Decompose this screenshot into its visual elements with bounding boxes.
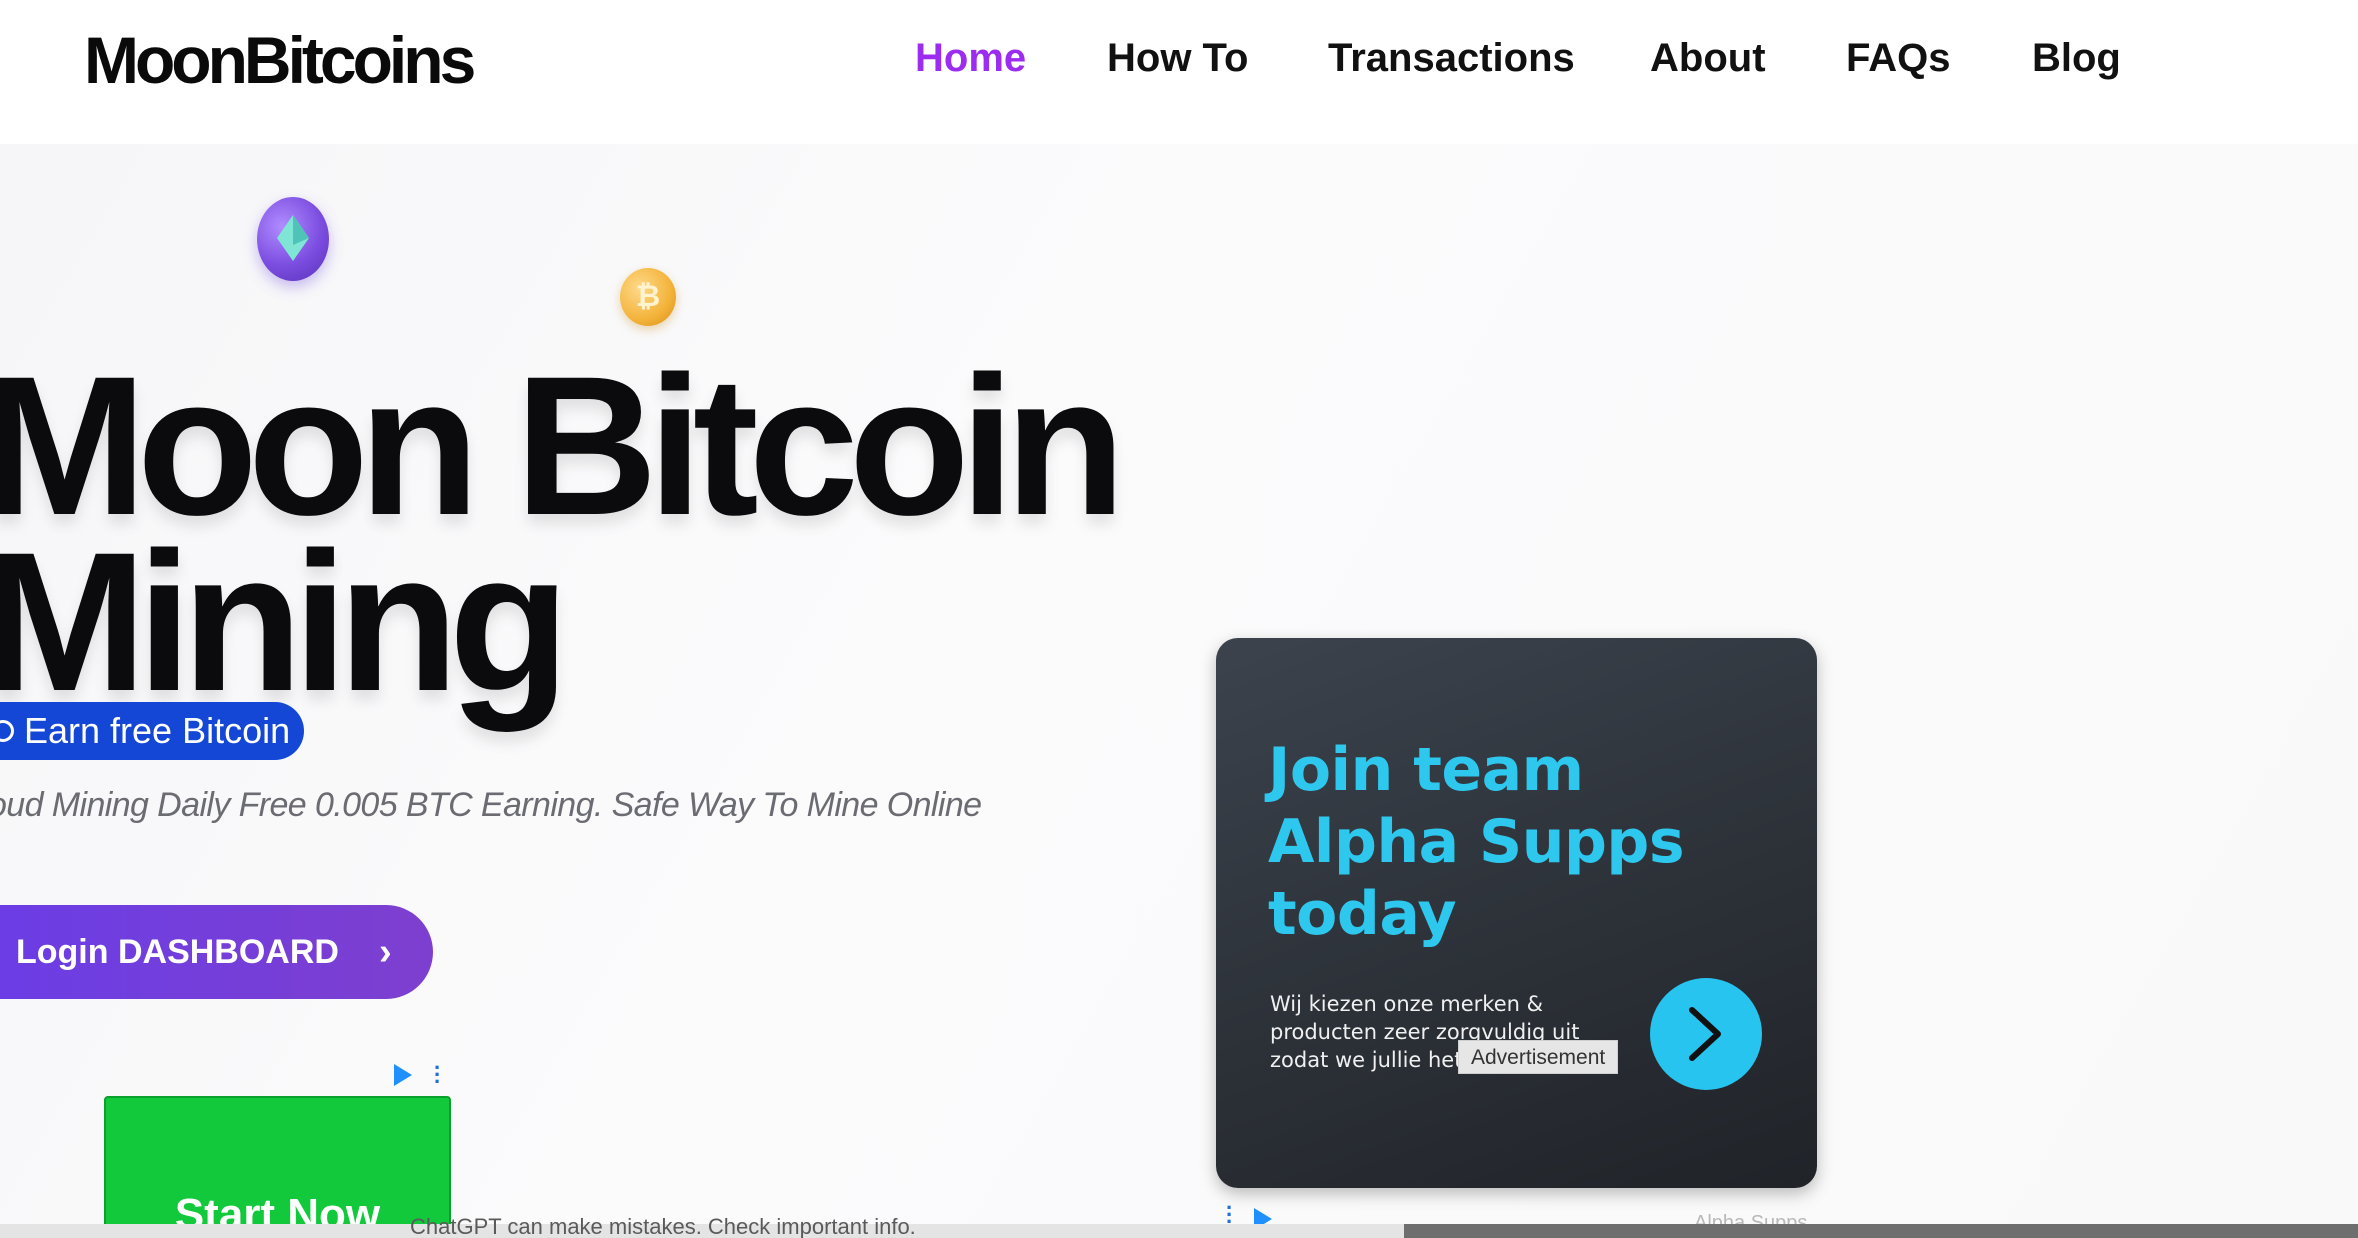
- nav-how-to[interactable]: How To: [1107, 36, 1248, 81]
- nav-faqs[interactable]: FAQs: [1846, 36, 1950, 81]
- site-header: MoonBitcoins Home How To Transactions Ab…: [0, 0, 2358, 144]
- adchoices-icon[interactable]: [394, 1064, 412, 1086]
- more-options-icon[interactable]: · · ·: [1226, 1197, 1233, 1233]
- ad-arrow-button[interactable]: [1650, 978, 1762, 1090]
- chevron-right-icon: [1689, 1007, 1721, 1061]
- ad-choices-controls[interactable]: · · ·: [394, 1057, 446, 1093]
- overlay-dark-segment: [1404, 1224, 2358, 1238]
- nav-home[interactable]: Home: [915, 36, 1026, 81]
- login-dashboard-button[interactable]: Login DASHBOARD ›: [0, 905, 433, 999]
- earn-free-bitcoin-badge: Earn free Bitcoin: [0, 702, 304, 760]
- ad-headline: Join team Alpha Supps today: [1268, 735, 1685, 949]
- bottom-overlay: [0, 1224, 2358, 1238]
- ethereum-coin-icon: [257, 197, 329, 281]
- advertisement-label: Advertisement: [1458, 1040, 1619, 1074]
- nav-about[interactable]: About: [1650, 36, 1766, 81]
- site-logo[interactable]: MoonBitcoins: [84, 22, 476, 98]
- ad-card[interactable]: Join team Alpha Supps today Wij kiezen o…: [1216, 638, 1817, 1188]
- hero-title: Moon Bitcoin Mining: [0, 335, 1126, 732]
- badge-label: Earn free Bitcoin: [24, 710, 291, 751]
- hero-subtitle: oud Mining Daily Free 0.005 BTC Earning.…: [0, 786, 982, 824]
- chevron-right-icon: ›: [378, 930, 392, 973]
- circle-icon: [0, 720, 14, 742]
- disclaimer-text: ChatGPT can make mistakes. Check importa…: [410, 1214, 916, 1238]
- page: MoonBitcoins Home How To Transactions Ab…: [0, 0, 2358, 1238]
- nav-transactions[interactable]: Transactions: [1328, 36, 1575, 81]
- start-now-ad-button[interactable]: Start Now: [104, 1096, 451, 1238]
- bitcoin-coin-icon: ₿: [620, 268, 676, 326]
- nav-blog[interactable]: Blog: [2032, 36, 2121, 81]
- hero-title-line-1: Moon Bitcoin: [0, 335, 1126, 556]
- more-options-icon[interactable]: · · ·: [434, 1057, 441, 1093]
- login-button-label: Login DASHBOARD: [16, 932, 339, 971]
- hero-title-line-2: Mining: [0, 511, 570, 732]
